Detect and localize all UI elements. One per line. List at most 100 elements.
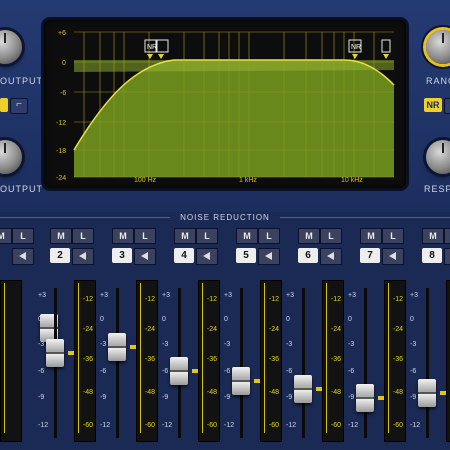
fader-scale-label: -12 <box>286 422 297 429</box>
fader-scale-label: +3 <box>100 292 108 299</box>
fader-scale-label: -12 <box>224 422 235 429</box>
channel-number: 2 <box>50 248 70 263</box>
meter-scale-label: -60 <box>268 422 279 429</box>
nr-marker-left-2[interactable] <box>155 39 169 53</box>
meter-scale-label: -12 <box>268 296 279 303</box>
channel-fader[interactable] <box>108 333 126 362</box>
mute-button[interactable]: M <box>112 228 134 244</box>
mute-button[interactable]: M <box>298 228 320 244</box>
link-arrow-button[interactable] <box>258 248 280 265</box>
fader-scale-label: -3 <box>348 341 355 348</box>
gain-reduction-indicator <box>130 345 136 350</box>
listen-button[interactable]: L <box>258 228 280 244</box>
channel-strip-3: M L 3 +3 0 -3 -6 -9 -12 -12 -24 -36 -48 -60 <box>100 228 166 450</box>
link-arrow-button[interactable] <box>382 248 404 265</box>
x-tick: 10 kHz <box>341 177 363 184</box>
channel-number: 4 <box>174 248 194 263</box>
meter-scale-label: -24 <box>206 326 217 333</box>
meter-scale-label: -36 <box>144 356 155 363</box>
mute-button[interactable]: M <box>50 228 72 244</box>
nr-curve-fill <box>74 60 394 177</box>
nr-marker-edge[interactable] <box>381 39 391 53</box>
meter-scale-label: -36 <box>330 356 341 363</box>
link-arrow-button[interactable] <box>320 248 342 265</box>
link-arrow-button[interactable] <box>444 248 450 265</box>
nr-button[interactable]: NR <box>424 98 442 112</box>
curve-shape-button[interactable]: ⌐ <box>10 98 28 114</box>
channel-strip-2: M L 2 +3 0 -3 -6 -9 -12 -12 -24 -36 -48 -60 <box>38 228 104 450</box>
fader-scale-label: -12 <box>38 422 49 429</box>
mute-button[interactable]: M <box>0 228 12 244</box>
eq-graph: NR NR +6 0 -6 -12 -18 -24 100 Hz 1 kHz 1… <box>56 30 395 184</box>
mute-button[interactable]: M <box>422 228 444 244</box>
link-arrow-button[interactable] <box>196 248 218 265</box>
fader-scale-label: -12 <box>100 422 111 429</box>
listen-button[interactable]: L <box>444 228 450 244</box>
listen-button[interactable]: L <box>382 228 404 244</box>
meter-scale-label: -60 <box>330 422 341 429</box>
fader-scale-label: -12 <box>410 422 421 429</box>
fader-scale-label: -9 <box>348 394 355 401</box>
channel-fader[interactable] <box>46 338 64 367</box>
channel-fader[interactable] <box>232 366 250 395</box>
gr-meter: -12 -24 -36 -48 -60 <box>322 280 344 442</box>
fader-track <box>426 288 429 438</box>
left-yellow-button[interactable] <box>0 98 8 112</box>
right-small-button[interactable] <box>444 98 450 114</box>
marker-label: NR <box>147 44 157 51</box>
y-tick: -6 <box>60 90 66 97</box>
meter-scale-label: -60 <box>144 422 155 429</box>
mute-button[interactable]: M <box>174 228 196 244</box>
fader-scale-label: 0 <box>224 316 228 323</box>
link-arrow-button[interactable] <box>12 248 34 265</box>
fader-scale-label: +3 <box>224 292 232 299</box>
marker-label: NR <box>351 44 361 51</box>
fader-scale-label: -6 <box>348 368 355 375</box>
channel-fader[interactable] <box>418 379 436 408</box>
fader-scale-label: +3 <box>410 292 418 299</box>
fader-scale-label: -3 <box>224 341 231 348</box>
channel-fader[interactable] <box>294 375 312 404</box>
listen-button[interactable]: L <box>134 228 156 244</box>
fader-scale-label: -9 <box>224 394 231 401</box>
listen-button[interactable]: L <box>196 228 218 244</box>
meter-scale-label: -48 <box>392 389 403 396</box>
fader-scale-label: -9 <box>410 394 417 401</box>
link-arrow-button[interactable] <box>134 248 156 265</box>
gr-meter: -12 -24 -36 -48 -60 <box>260 280 282 442</box>
fader-track <box>116 288 119 438</box>
y-tick: -18 <box>56 148 66 155</box>
meter-scale-label: -12 <box>206 296 217 303</box>
fader-scale-label: +3 <box>38 292 46 299</box>
meter-scale-label: -48 <box>82 389 93 396</box>
listen-button[interactable]: L <box>12 228 34 244</box>
channel-strip-4: M L 4 +3 0 -3 -6 -9 -12 -12 -24 -36 -48 -60 <box>162 228 228 450</box>
fader-track <box>364 288 367 438</box>
gain-reduction-indicator <box>440 391 446 396</box>
meter-scale-label: -36 <box>82 356 93 363</box>
fader-scale-label: -6 <box>38 368 45 375</box>
y-tick: -12 <box>56 120 66 127</box>
channel-strip-6: M L 6 +3 0 -3 -6 -9 -12 -12 -24 -36 -48 -60 <box>286 228 352 450</box>
fader-scale-label: -9 <box>162 394 169 401</box>
mute-button[interactable]: M <box>360 228 382 244</box>
fader-scale-label: -9 <box>286 394 293 401</box>
fader-scale-label: -3 <box>100 341 107 348</box>
meter-scale-label: -36 <box>206 356 217 363</box>
marker-arrow <box>147 54 153 59</box>
link-arrow-button[interactable] <box>72 248 94 265</box>
mute-button[interactable]: M <box>236 228 258 244</box>
output-label-bottom: OUTPUT <box>0 184 43 194</box>
meter-scale-label: -24 <box>82 326 93 333</box>
meter-scale-label: -48 <box>330 389 341 396</box>
meter-scale-label: -24 <box>268 326 279 333</box>
channel-strip-7: M L 7 +3 0 -3 -6 -9 -12 -12 -24 -36 -48 -60 <box>348 228 414 450</box>
x-tick: 100 Hz <box>134 177 157 184</box>
meter-scale-label: -24 <box>392 326 403 333</box>
listen-button[interactable]: L <box>320 228 342 244</box>
listen-button[interactable]: L <box>72 228 94 244</box>
gr-meter: -12 -24 -36 -48 -60 <box>198 280 220 442</box>
channel-fader[interactable] <box>170 357 188 385</box>
fader-scale-label: 0 <box>286 316 290 323</box>
channel-fader[interactable] <box>356 383 374 412</box>
